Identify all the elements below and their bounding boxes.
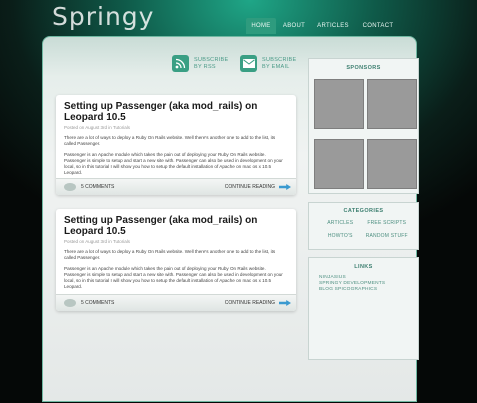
sponsor-ad[interactable] xyxy=(314,139,364,189)
site-logo[interactable]: Springy xyxy=(52,2,154,31)
sponsors-box: SPONSORS xyxy=(308,58,419,194)
subscribe-rss-label: SUBSCRIBE BY RSS xyxy=(194,56,229,70)
link-item[interactable]: BLOG SPICOGRAPHICS xyxy=(319,287,418,293)
nav-home[interactable]: HOME xyxy=(246,18,276,34)
post-footer: 5 COMMENTS CONTINUE READING xyxy=(56,294,296,311)
categories-box: CATEGORIES ARTICLES FREE SCRIPTS HOWTO'S… xyxy=(308,202,419,250)
post-body: There are a lot of ways to deploy a Ruby… xyxy=(64,135,283,175)
arrow-right-icon xyxy=(279,300,291,306)
sponsor-ad[interactable] xyxy=(367,79,417,129)
sponsor-ad[interactable] xyxy=(367,139,417,189)
category-articles[interactable]: ARTICLES xyxy=(317,220,364,226)
nav-contact[interactable]: CONTACT xyxy=(357,18,399,34)
category-howtos[interactable]: HOWTO'S xyxy=(317,233,364,239)
post-title[interactable]: Setting up Passenger (aka mod_rails) on … xyxy=(56,95,296,123)
links-box: LINKS NINJASIUS SPRINGY DEVELOPMENTS BLO… xyxy=(308,257,419,360)
categories-title: CATEGORIES xyxy=(343,208,384,214)
email-icon xyxy=(240,55,257,72)
post-body: There are a lot of ways to deploy a Ruby… xyxy=(64,249,283,289)
subscribe-rss[interactable]: SUBSCRIBE BY RSS xyxy=(172,55,229,72)
nav-articles[interactable]: ARTICLES xyxy=(312,18,354,34)
continue-reading-link[interactable]: CONTINUE READING xyxy=(225,184,275,190)
subscribe-email[interactable]: SUBSCRIBE BY EMAIL xyxy=(240,55,297,72)
comment-bubble-icon xyxy=(64,299,76,307)
post-title[interactable]: Setting up Passenger (aka mod_rails) on … xyxy=(56,209,296,237)
arrow-right-icon xyxy=(279,184,291,190)
category-free-scripts[interactable]: FREE SCRIPTS xyxy=(364,220,411,226)
subscribe-email-label: SUBSCRIBE BY EMAIL xyxy=(262,56,297,70)
post-footer: 5 COMMENTS CONTINUE READING xyxy=(56,178,296,195)
categories-list: ARTICLES FREE SCRIPTS HOWTO'S RANDOM STU… xyxy=(309,220,418,239)
post-meta: Posted on August 3rd in Tutorials xyxy=(64,125,131,130)
blog-post: Setting up Passenger (aka mod_rails) on … xyxy=(56,209,296,311)
post-meta: Posted on August 3rd in Tutorials xyxy=(64,239,131,244)
sponsors-title: SPONSORS xyxy=(346,65,381,71)
main-nav: HOME ABOUT ARTICLES CONTACT xyxy=(246,18,399,34)
comments-link[interactable]: 5 COMMENTS xyxy=(81,300,114,306)
continue-reading-link[interactable]: CONTINUE READING xyxy=(225,300,275,306)
nav-about[interactable]: ABOUT xyxy=(279,18,309,34)
category-random-stuff[interactable]: RANDOM STUFF xyxy=(364,233,411,239)
blog-post: Setting up Passenger (aka mod_rails) on … xyxy=(56,95,296,195)
comments-link[interactable]: 5 COMMENTS xyxy=(81,184,114,190)
sponsor-ad[interactable] xyxy=(314,79,364,129)
links-title: LINKS xyxy=(354,264,373,270)
rss-icon xyxy=(172,55,189,72)
comment-bubble-icon xyxy=(64,183,76,191)
links-list: NINJASIUS SPRINGY DEVELOPMENTS BLOG SPIC… xyxy=(309,275,418,293)
